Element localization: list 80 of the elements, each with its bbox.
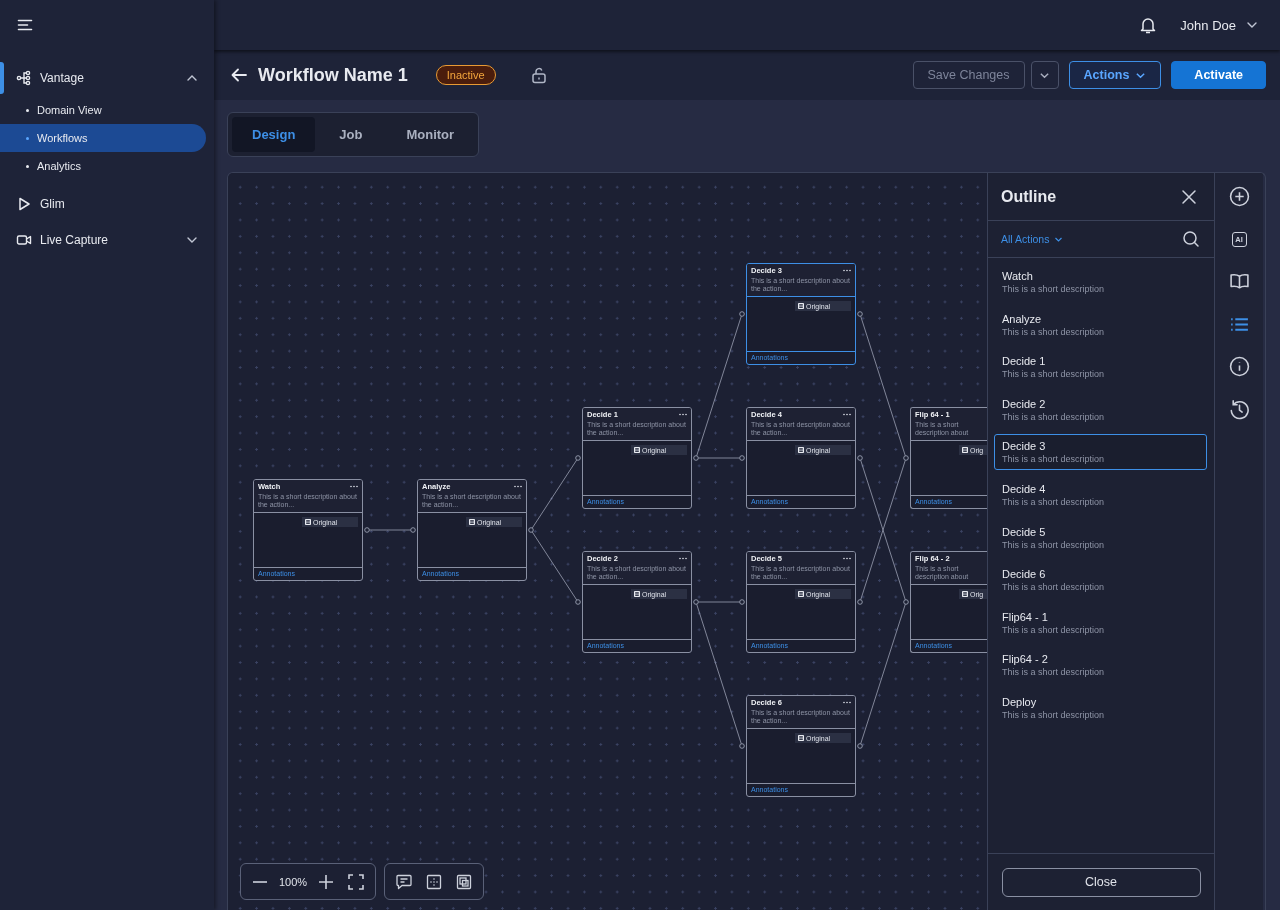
back-arrow-icon[interactable] (230, 66, 248, 84)
info-icon[interactable] (1228, 356, 1250, 377)
more-icon[interactable] (843, 413, 851, 416)
outline-item[interactable]: Decide 4 This is a short description (994, 476, 1207, 513)
activate-button[interactable]: Activate (1171, 61, 1266, 89)
video-camera-icon (16, 232, 32, 248)
search-icon[interactable] (1182, 230, 1200, 248)
document-icon (798, 447, 804, 454)
connection-port[interactable] (739, 743, 745, 749)
outline-item[interactable]: Flip64 - 1 This is a short description (994, 604, 1207, 641)
nav-item[interactable]: Glim (0, 186, 214, 222)
add-icon[interactable] (1228, 186, 1250, 207)
active-indicator (0, 62, 4, 94)
outline-item[interactable]: Decide 1 This is a short description (994, 349, 1207, 386)
document-icon (962, 447, 968, 454)
history-icon[interactable] (1228, 398, 1250, 420)
status-badge: Inactive (435, 65, 496, 85)
connector-line (531, 531, 578, 601)
document-icon (305, 519, 311, 526)
nav-item[interactable]: Live Capture (0, 222, 214, 258)
connection-port[interactable] (903, 599, 909, 605)
nav-item[interactable]: Vantage (0, 60, 214, 96)
play-icon (16, 196, 32, 212)
tab[interactable]: Design (232, 117, 316, 152)
connection-port[interactable] (857, 311, 863, 317)
outline-item[interactable]: Watch This is a short description (994, 264, 1207, 300)
book-icon[interactable] (1228, 271, 1250, 292)
connection-port[interactable] (575, 455, 581, 461)
outline-item[interactable]: Decide 6 This is a short description (994, 562, 1207, 599)
tab[interactable]: Monitor (386, 117, 475, 152)
outline-item[interactable]: Deploy This is a short description (994, 689, 1207, 726)
document-icon (962, 591, 968, 598)
connection-port[interactable] (693, 599, 699, 605)
panel-title: Outline (1001, 187, 1058, 206)
connection-port[interactable] (903, 455, 909, 461)
outline-item[interactable]: Decide 3 This is a short description (994, 434, 1207, 471)
zoom-level: 100% (278, 875, 309, 888)
connection-port[interactable] (857, 743, 863, 749)
actions-button[interactable]: Actions (1068, 61, 1162, 89)
outline-item[interactable]: Analyze This is a short description (994, 306, 1207, 343)
outline-item[interactable]: Decide 2 This is a short description (994, 391, 1207, 428)
more-icon[interactable] (843, 269, 851, 272)
user-name[interactable]: John Doe (1180, 17, 1236, 33)
more-icon[interactable] (843, 701, 851, 704)
connection-port[interactable] (739, 455, 745, 461)
connector-line (531, 459, 578, 529)
nav-subitem[interactable]: Domain View (0, 96, 206, 124)
document-icon (469, 519, 475, 526)
tab[interactable]: Job (319, 117, 383, 152)
close-icon[interactable] (1180, 187, 1198, 206)
document-icon (634, 447, 640, 454)
document-icon (798, 303, 804, 310)
more-icon[interactable] (679, 413, 687, 416)
nav-subitem[interactable]: Analytics (0, 152, 206, 180)
connection-port[interactable] (739, 599, 745, 605)
more-icon[interactable] (843, 557, 851, 560)
connection-port[interactable] (739, 311, 745, 317)
connection-port[interactable] (410, 527, 416, 533)
connection-port[interactable] (528, 527, 534, 533)
more-icon[interactable] (350, 485, 358, 488)
unlocked-padlock-icon[interactable] (529, 66, 548, 84)
menu-icon[interactable] (17, 17, 33, 33)
connection-port[interactable] (693, 455, 699, 461)
connection-port[interactable] (364, 527, 370, 533)
connection-port[interactable] (857, 599, 863, 605)
close-button[interactable]: Close (1001, 867, 1201, 897)
outline-item[interactable]: Decide 5 This is a short description (994, 519, 1207, 556)
filter-dropdown[interactable]: All Actions (1001, 233, 1064, 245)
document-icon (634, 591, 640, 598)
connector-line (368, 529, 412, 531)
network-icon (16, 70, 32, 86)
document-icon (798, 735, 804, 742)
connection-port[interactable] (575, 599, 581, 605)
more-icon[interactable] (679, 557, 687, 560)
more-icon[interactable] (514, 485, 522, 488)
outline-item[interactable]: Flip64 - 2 This is a short description (994, 647, 1207, 684)
nav-subitem[interactable]: Workflows (0, 124, 206, 152)
workflow-title: Workflow Name 1 (258, 64, 408, 86)
document-icon (798, 591, 804, 598)
connection-port[interactable] (857, 455, 863, 461)
